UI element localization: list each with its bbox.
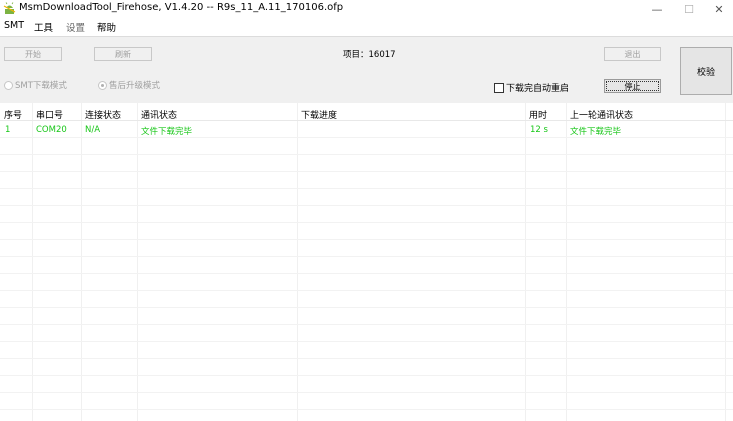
start-button[interactable]: 开始 <box>4 47 62 61</box>
column-header-progress[interactable]: 下载进度 <box>301 108 337 121</box>
column-header-port[interactable]: 串口号 <box>36 108 63 121</box>
android-icon <box>3 2 16 15</box>
verify-button[interactable]: 校验 <box>680 47 732 95</box>
start-button-label: 开始 <box>25 49 41 59</box>
radio-aftersales-label: 售后升级模式 <box>109 81 161 91</box>
row-1-connection: N/A <box>85 125 101 135</box>
column-header-comm-status[interactable]: 通讯状态 <box>141 108 177 121</box>
radio-dot-aftersales <box>98 80 107 90</box>
column-header-last-status[interactable]: 上一轮通讯状态 <box>570 108 633 121</box>
radio-aftersales-mode[interactable]: 售后升级模式 <box>98 79 160 91</box>
stop-button-label: 停止 <box>624 81 641 91</box>
menu-tools[interactable]: 工具 <box>34 20 53 34</box>
row-1-comm-status: 文件下载完毕 <box>141 127 193 137</box>
column-header-index[interactable]: 序号 <box>4 108 22 121</box>
device-table: 序号 串口号 连接状态 通讯状态 下载进度 用时 上一轮通讯状态 1 COM20… <box>0 103 733 421</box>
menu-smt[interactable]: SMT <box>4 20 24 31</box>
maximize-icon: ☐ <box>684 2 694 16</box>
window-title: MsmDownloadTool_Firehose, V1.4.20 -- R9s… <box>19 2 344 13</box>
close-button[interactable]: ✕ <box>704 0 733 18</box>
stop-button[interactable]: 停止 <box>604 79 661 93</box>
checkbox-box[interactable] <box>494 82 504 93</box>
app-window: MsmDownloadTool_Firehose, V1.4.20 -- R9s… <box>0 0 733 421</box>
verify-button-label: 校验 <box>696 67 715 78</box>
close-icon: ✕ <box>714 2 724 16</box>
control-panel: 开始 刷新 项目：16017 退出 SMT下载模式 售后升级模式 下载完自动重启… <box>0 36 733 104</box>
radio-smt-label: SMT下载模式 <box>15 81 67 91</box>
radio-dot-smt <box>4 80 13 90</box>
row-1-port: COM20 <box>36 125 67 135</box>
menu-help[interactable]: 帮助 <box>97 20 116 34</box>
menu-bar: SMT 工具 设置 帮助 <box>0 19 733 35</box>
refresh-button[interactable]: 刷新 <box>94 47 152 61</box>
exit-button[interactable]: 退出 <box>604 47 661 61</box>
row-1-last-status: 文件下载完毕 <box>570 127 622 137</box>
minimize-button[interactable]: — <box>642 0 672 18</box>
auto-restart-checkbox[interactable]: 下载完自动重启 <box>494 81 569 94</box>
menu-settings[interactable]: 设置 <box>66 20 85 34</box>
title-bar: MsmDownloadTool_Firehose, V1.4.20 -- R9s… <box>0 0 733 18</box>
column-header-time[interactable]: 用时 <box>529 108 547 121</box>
column-header-connection[interactable]: 连接状态 <box>85 108 121 121</box>
radio-smt-mode[interactable]: SMT下载模式 <box>4 79 67 91</box>
refresh-button-label: 刷新 <box>115 49 131 59</box>
project-label: 项目：16017 <box>343 50 396 60</box>
row-1-time: 12 s <box>530 125 548 135</box>
row-1-index: 1 <box>5 125 11 135</box>
minimize-icon: — <box>651 2 663 16</box>
auto-restart-label: 下载完自动重启 <box>506 84 570 94</box>
exit-button-label: 退出 <box>624 49 641 59</box>
maximize-button[interactable]: ☐ <box>674 0 704 18</box>
